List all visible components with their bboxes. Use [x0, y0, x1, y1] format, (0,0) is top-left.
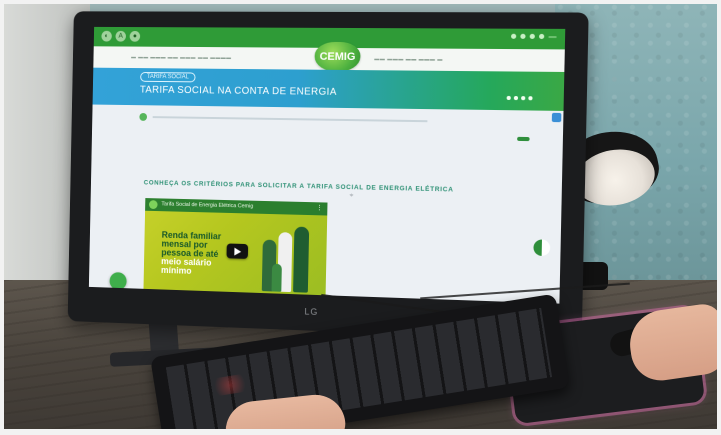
share-icon[interactable]: [506, 95, 511, 101]
side-widget-icon[interactable]: [551, 112, 562, 123]
home-icon[interactable]: [139, 112, 148, 121]
video-caption: Renda familiar mensal por pessoa de até …: [160, 230, 233, 277]
banner-pill: TARIFA SOCIAL: [140, 72, 196, 83]
accessibility-fab[interactable]: [109, 272, 127, 291]
top-bar-right-icons: [510, 33, 557, 40]
contrast-icon[interactable]: ●: [129, 30, 141, 42]
monitor-brand-logo: LG: [304, 306, 319, 317]
breadcrumb: [139, 112, 536, 127]
accessibility-icon[interactable]: ◐: [101, 30, 112, 42]
top-bar-button[interactable]: [548, 35, 557, 38]
nav-links-left[interactable]: ▬ ▬▬ ▬▬▬ ▬▬ ▬▬▬ ▬▬ ▬▬▬▬: [131, 54, 231, 61]
video-header: Tarifa Social de Energia Elétrica Cemig …: [145, 198, 328, 216]
photo-scene: ◐ A ● ▬ ▬▬ ▬▬▬ ▬▬ ▬▬▬ ▬▬ ▬▬▬▬ ▬▬ ▬▬▬ ▬▬ …: [0, 0, 721, 435]
channel-logo-icon: [148, 200, 158, 210]
person-figure: [293, 226, 310, 293]
back-button[interactable]: [517, 136, 530, 142]
top-bar-icons: ◐ A ●: [101, 30, 141, 42]
font-size-icon[interactable]: A: [115, 30, 127, 42]
monitor-screen: ◐ A ● ▬ ▬▬ ▬▬▬ ▬▬ ▬▬▬ ▬▬ ▬▬▬▬ ▬▬ ▬▬▬ ▬▬ …: [88, 26, 566, 304]
video-illustration-people: [254, 222, 318, 293]
section-title: CONHEÇA OS CRITÉRIOS PARA SOLICITAR A TA…: [143, 179, 454, 194]
share-icon[interactable]: [528, 96, 533, 101]
breadcrumb-path[interactable]: [152, 116, 428, 123]
social-icon[interactable]: [538, 33, 545, 40]
video-menu-icon[interactable]: ⋮: [316, 204, 322, 211]
person-figure: [271, 263, 282, 292]
mouse-cursor-icon: ⌖: [349, 192, 354, 200]
social-icon[interactable]: [510, 33, 517, 39]
share-icon[interactable]: [513, 95, 519, 101]
share-icons: [506, 95, 533, 101]
video-title[interactable]: Tarifa Social de Energia Elétrica Cemig: [161, 201, 253, 209]
chat-fab[interactable]: [533, 239, 551, 257]
play-button[interactable]: [226, 243, 249, 259]
video-embed[interactable]: Tarifa Social de Energia Elétrica Cemig …: [143, 198, 328, 300]
video-caption-line: mínimo: [160, 264, 192, 276]
social-icon[interactable]: [529, 33, 535, 39]
page-banner: TARIFA SOCIAL TARIFA SOCIAL NA CONTA DE …: [92, 67, 565, 111]
page-title: TARIFA SOCIAL NA CONTA DE ENERGIA: [139, 84, 337, 98]
social-icon[interactable]: [520, 33, 526, 39]
share-icon[interactable]: [521, 96, 526, 101]
nav-links-right[interactable]: ▬▬ ▬▬▬ ▬▬ ▬▬▬ ▬: [374, 56, 443, 63]
